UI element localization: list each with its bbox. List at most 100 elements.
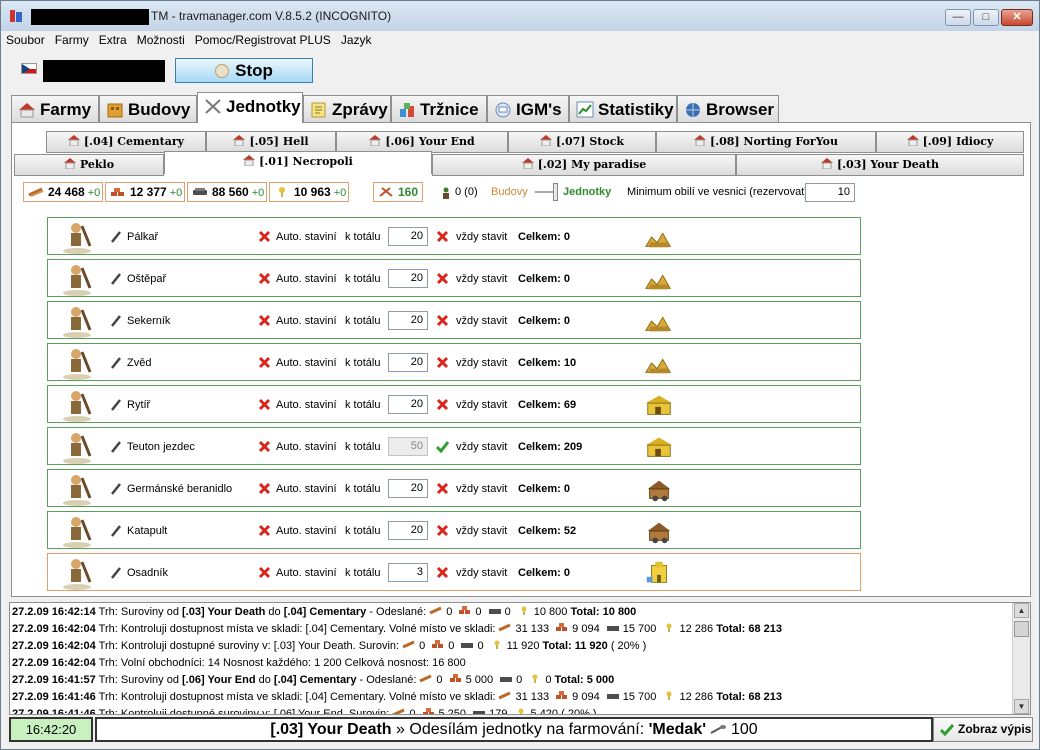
unit-row-4: Zvěd Auto. staviní k totálu 20 vždy stavit Ce…: [47, 343, 861, 381]
x-icon[interactable]: [258, 440, 271, 453]
village-tab-your-death[interactable]: [.03] Your Death: [736, 154, 1024, 176]
unit-name: Rytíř: [127, 399, 151, 411]
show-log-button[interactable]: Zobraz výpis: [933, 717, 1033, 742]
unit-type-icon: [111, 441, 121, 453]
village-tab-necropoli[interactable]: [.01] Necropoli: [164, 151, 432, 174]
log-scrollbar[interactable]: ▲ ▼: [1012, 603, 1030, 714]
x-icon[interactable]: [436, 356, 449, 369]
unit-total-input[interactable]: 20: [388, 227, 428, 246]
unit-total-count: Celkem: 0: [518, 315, 570, 327]
x-icon[interactable]: [258, 230, 271, 243]
to-total-label: k totálu: [345, 273, 381, 285]
tab-zpravy[interactable]: Zprávy: [303, 95, 391, 122]
wood-icon: [392, 708, 405, 714]
unit-row-3: Sekerník Auto. staviní k totálu 20 vždy stav…: [47, 301, 861, 339]
always-build-label: vždy stavit: [456, 315, 508, 327]
tab-igms[interactable]: IGM's: [487, 95, 569, 122]
resource-clay: 12 377 +0: [105, 182, 185, 202]
tab-jednotky[interactable]: Jednotky: [197, 92, 303, 123]
village-tab-my-paradise[interactable]: [.02] My paradise: [432, 154, 736, 176]
menu-pomoc[interactable]: Pomoc/Registrovat PLUS: [190, 31, 336, 47]
x-icon[interactable]: [258, 398, 271, 411]
redacted-account: [31, 9, 149, 25]
house-icon: [67, 135, 80, 146]
menu-jazyk[interactable]: Jazyk: [336, 31, 377, 47]
x-icon[interactable]: [436, 272, 449, 285]
mode-slider-thumb[interactable]: [553, 183, 558, 201]
x-icon[interactable]: [436, 566, 449, 579]
tab-statistiky[interactable]: Statistiky: [569, 95, 677, 122]
mode-units-label: Jednotky: [563, 186, 612, 198]
menu-soubor[interactable]: Soubor: [1, 31, 50, 47]
workshop-icon: [647, 480, 671, 502]
auto-build-label: Auto. staviní: [276, 231, 337, 243]
log-line: 27.2.09 16:41:46 Trh: Kontroluji dostupn…: [12, 708, 597, 714]
house-icon: [63, 158, 76, 169]
x-icon[interactable]: [258, 314, 271, 327]
unit-total-input[interactable]: 20: [388, 479, 428, 498]
unit-name: Germánské beranidlo: [127, 483, 233, 495]
tab-trznice[interactable]: Tržnice: [391, 95, 487, 122]
log-line: 27.2.09 16:41:57 Trh: Suroviny od [.06] …: [12, 674, 615, 686]
menu-extra[interactable]: Extra: [94, 31, 132, 47]
x-icon[interactable]: [258, 482, 271, 495]
close-button[interactable]: ✕: [1001, 9, 1033, 26]
to-total-label: k totálu: [345, 525, 381, 537]
reserve-input[interactable]: 10: [805, 183, 855, 202]
to-total-label: k totálu: [345, 399, 381, 411]
crop-icon: [532, 674, 538, 683]
x-icon[interactable]: [258, 524, 271, 537]
log-line: 27.2.09 16:42:04 Trh: Volní obchodníci: …: [12, 657, 466, 669]
unit-total-input[interactable]: 20: [388, 311, 428, 330]
unit-type-icon: [111, 231, 121, 243]
unit-total-input[interactable]: 20: [388, 269, 428, 288]
village-tab-hell[interactable]: [.05] Hell: [206, 131, 336, 153]
status-arrow: »: [396, 721, 405, 738]
x-icon[interactable]: [436, 314, 449, 327]
minimize-button[interactable]: —: [945, 9, 971, 26]
tab-budovy[interactable]: Budovy: [99, 95, 197, 122]
x-icon[interactable]: [258, 356, 271, 369]
village-tab-cementary[interactable]: [.04] Cementary: [46, 131, 206, 153]
x-icon[interactable]: [436, 524, 449, 537]
scroll-up-button[interactable]: ▲: [1014, 603, 1029, 618]
status-text: Odesílám jednotky na farmování:: [409, 721, 645, 738]
check-icon[interactable]: [436, 440, 449, 453]
village-tab-peklo[interactable]: Peklo: [14, 154, 164, 176]
wood-icon: [498, 623, 512, 632]
tab-browser[interactable]: Browser: [677, 95, 779, 122]
unit-total-input[interactable]: 20: [388, 521, 428, 540]
scroll-down-button[interactable]: ▼: [1014, 699, 1029, 714]
village-tab-norting[interactable]: [.08] Norting ForYou: [656, 131, 876, 153]
tab-farmy[interactable]: Farmy: [11, 95, 99, 122]
unit-total-input[interactable]: 20: [388, 395, 428, 414]
x-icon[interactable]: [436, 230, 449, 243]
house-icon: [243, 155, 256, 166]
village-tab-stock[interactable]: [.07] Stock: [508, 131, 656, 153]
x-icon[interactable]: [436, 482, 449, 495]
x-icon[interactable]: [436, 398, 449, 411]
crop-icon: [521, 606, 527, 615]
village-tab-idiocy[interactable]: [.09] Idiocy: [876, 131, 1024, 153]
village-tab-your-end[interactable]: [.06] Your End: [336, 131, 508, 153]
menu-bar: Soubor Farmy Extra Možnosti Pomoc/Registrova…: [1, 31, 1039, 49]
x-icon[interactable]: [258, 566, 271, 579]
unit-total-input[interactable]: 50: [388, 437, 428, 456]
stop-button[interactable]: Stop: [175, 58, 313, 83]
menu-moznosti[interactable]: Možnosti: [132, 31, 190, 47]
x-icon[interactable]: [258, 272, 271, 285]
to-total-label: k totálu: [345, 567, 381, 579]
unit-total-input[interactable]: 3: [388, 563, 428, 582]
menu-farmy[interactable]: Farmy: [50, 31, 94, 47]
maximize-button[interactable]: □: [973, 9, 999, 26]
unit-total-input[interactable]: 20: [388, 353, 428, 372]
unit-row-9: Osadník Auto. staviní k totálu 3 vždy stavit…: [47, 553, 861, 591]
title-bar: TM - travmanager.com V.8.5.2 (INCOGNITO)…: [1, 1, 1039, 32]
scroll-thumb[interactable]: [1014, 621, 1029, 637]
top-row: Stop: [1, 51, 1039, 91]
unit-portrait-icon: [63, 559, 92, 590]
unit-total-count: Celkem: 0: [518, 483, 570, 495]
crop-icon: [518, 708, 524, 714]
unit-portrait-icon: [63, 391, 92, 422]
unit-total-count: Celkem: 0: [518, 231, 570, 243]
